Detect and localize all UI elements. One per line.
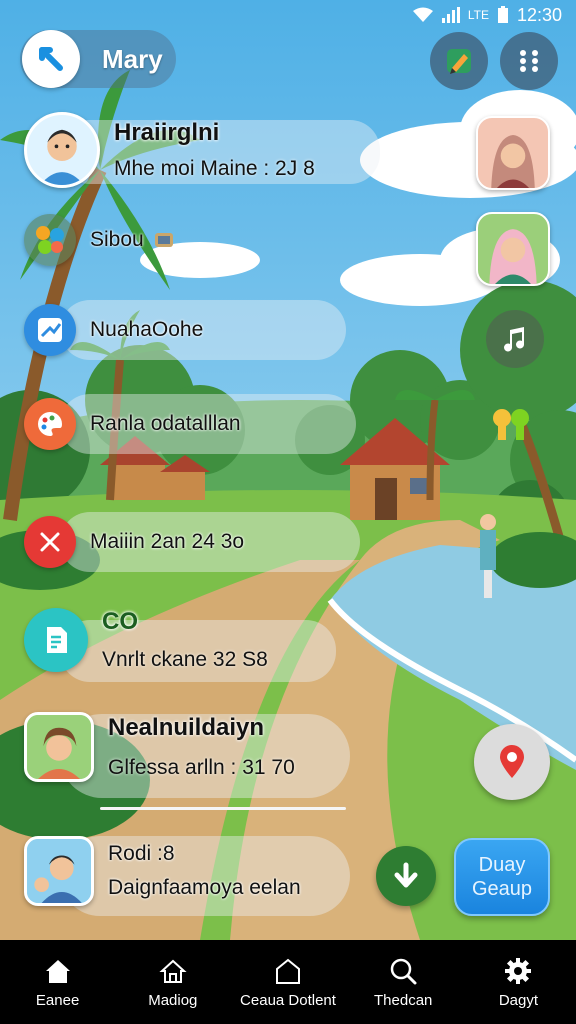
avatar [24,712,94,782]
nav-label: Ceaua Dotlent [240,991,336,1009]
list-item-label: NuahaOohe [90,318,204,341]
nav-label: Eanee [35,991,80,1009]
signal-icon [441,7,460,23]
nav-item-settings[interactable]: Dagyt [461,940,576,1024]
avatar [24,836,94,906]
app-icon [24,304,76,356]
list-item-label: Sibou [90,228,144,251]
bottom-navigation: Eanee Madiog Ceaua Dotlent Thedcan Dagyt [0,940,576,1024]
group-button[interactable]: Duay Geaup [454,838,550,916]
top-bar: Mary [20,30,176,88]
list-item-subtitle: Vnrlt ckane 32 S8 [102,648,268,671]
more-options-button[interactable] [500,32,558,90]
close-icon [40,532,60,552]
list-item[interactable]: CO Vnrlt ckane 32 S8 [24,608,336,682]
badge-icon [493,409,529,440]
app-icon [24,398,76,450]
nav-label: Madiog [148,991,198,1009]
contact-name: Nealnuildaiyn [108,714,265,741]
list-item[interactable]: NuahaOohe [24,300,346,360]
carrier-label: LTE [467,8,489,22]
message-preview: Daignfaamoya eelan [108,876,301,899]
nav-item-madiog[interactable]: Madiog [115,940,230,1024]
grid-dots-icon [520,50,538,72]
pencil-icon [447,49,471,74]
contact-thumbnail[interactable] [476,116,550,190]
contact-thumbnail[interactable] [476,212,550,286]
message-preview: Mhe moi Maine : 2J 8 [114,157,315,180]
search-icon [390,958,417,984]
music-note-icon [504,327,525,352]
app-icon [24,608,88,672]
palette-icon [38,412,62,436]
location-button[interactable] [474,724,550,800]
list-item[interactable]: Hraiirglni Mhe moi Maine : 2J 8 [24,112,380,188]
list-item[interactable]: Maiiin 2an 24 3o [24,512,360,572]
list-item-label: Maiiin 2an 24 3o [90,530,245,553]
avatar [24,112,100,188]
group-button-label-line1: Duay [478,854,526,876]
sticker-icon [154,233,173,247]
page-title: Mary [102,43,163,74]
status-bar: LTE 12:30 [0,0,576,30]
group-button-label-line2: Geaup [471,878,533,900]
nav-label: Dagyt [498,991,538,1009]
map-pin-icon [500,745,524,778]
nav-label: Thedcan [374,991,433,1009]
nav-item-search[interactable]: Thedcan [346,940,461,1024]
list-item-label: Ranla odatalllan [90,412,241,435]
house-outline-icon [276,958,300,984]
back-button[interactable] [22,30,80,88]
contact-name: Rodi :8 [108,842,175,865]
contact-name: Hraiirglni [114,119,220,146]
battery-icon [497,6,508,23]
back-arrow-icon [39,47,63,71]
list-item[interactable]: Ranla odatalllan [24,394,356,454]
message-preview: Glfessa arlln : 31 70 [108,756,295,779]
list-item[interactable]: Sibou [24,214,176,266]
document-icon [47,627,67,653]
edit-button[interactable] [430,32,488,90]
chart-icon [38,318,62,342]
arrow-down-icon [394,862,418,888]
home-icon [45,959,70,983]
list-divider [100,807,346,810]
pinwheel-icon [36,226,64,254]
home-outline-icon [159,959,187,983]
wifi-icon [412,7,433,22]
list-item[interactable]: Rodi :8 Daignfaamoya eelan [24,836,350,916]
nav-item-content[interactable]: Ceaua Dotlent [230,940,345,1024]
music-button[interactable] [486,310,544,368]
download-button[interactable] [376,846,436,906]
list-item-title: CO [102,608,138,635]
nav-item-home[interactable]: Eanee [0,940,115,1024]
app-icon [24,214,76,266]
gear-icon [505,957,532,984]
status-time: 12:30 [516,4,562,25]
app-icon [24,516,76,568]
list-item[interactable]: Nealnuildaiyn Glfessa arlln : 31 70 [24,712,350,798]
